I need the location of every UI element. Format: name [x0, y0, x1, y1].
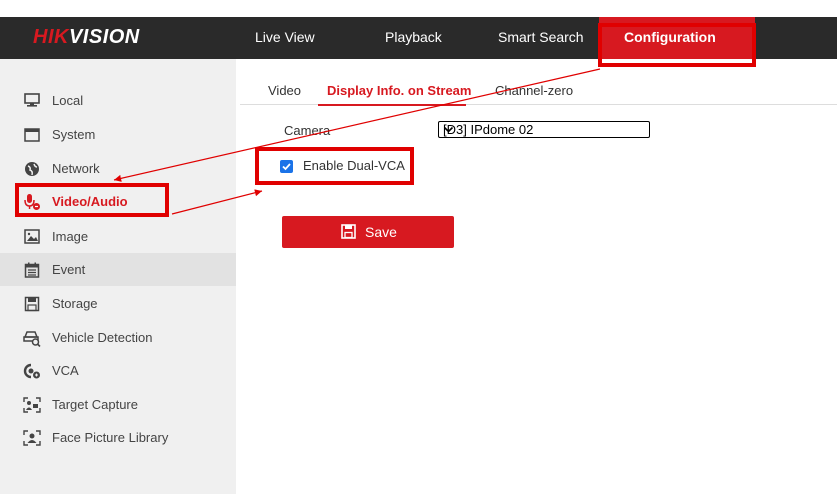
arrow-configuration-to-video-audio — [113, 68, 601, 182]
annotation-arrows — [113, 68, 601, 215]
arrow-video-audio-to-dual-vca — [171, 189, 263, 215]
